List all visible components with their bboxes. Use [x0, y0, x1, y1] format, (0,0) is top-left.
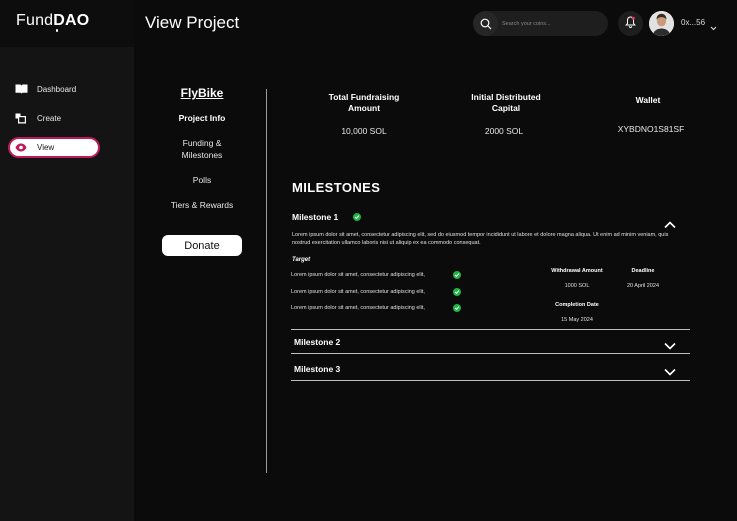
stat-value-initial-capital: 2000 SOL [484, 126, 524, 136]
search-input[interactable]: Search your coins... [502, 21, 551, 27]
sidebar-item-label: Dashboard [37, 84, 77, 94]
check-icon [453, 271, 461, 279]
sidebar-item-label: View [37, 143, 55, 152]
withdrawal-label: Withdrawal Amount [551, 268, 603, 274]
logo-dot [56, 29, 58, 32]
tab-polls[interactable]: Polls [150, 174, 254, 186]
deadline-label: Deadline [631, 268, 655, 274]
sidebar-item-create[interactable]: Create [8, 108, 100, 128]
list-item: Lorem ipsum dolor sit amet, consectetur … [291, 272, 425, 278]
book-icon [14, 82, 28, 96]
sidebar-item-dashboard[interactable]: Dashboard [8, 79, 100, 99]
deadline-value: 20 April 2024 [626, 283, 660, 289]
stat-label-total-fundraising: Total Fundraising Amount [328, 92, 400, 113]
chevron-down-icon[interactable] [710, 18, 717, 36]
page-title: View Project [145, 13, 240, 32]
stat-value-total-fundraising: 10,000 SOL [341, 126, 387, 136]
stat-value-wallet[interactable]: XYBDNO1S81SF [596, 124, 706, 134]
stat-label-initial-capital: Initial Distributed Capital [471, 92, 541, 113]
divider [291, 329, 690, 330]
check-icon [453, 288, 461, 296]
donate-button[interactable]: Donate [162, 235, 242, 256]
logo-area: FundDAO [0, 0, 134, 47]
milestone-1-description: Lorem ipsum dolor sit amet, consectetur … [292, 232, 669, 246]
sidebar: FundDAO Dashboard Create View [0, 0, 134, 521]
chevron-down-icon[interactable] [664, 363, 676, 381]
list-item: Lorem ipsum dolor sit amet, consectetur … [291, 289, 425, 295]
tab-funding-milestones[interactable]: Funding & Milestones [150, 137, 254, 161]
notification-button[interactable] [618, 11, 643, 36]
search-box[interactable]: Search your coins... [473, 11, 608, 36]
sidebar-item-label: Create [37, 113, 62, 123]
project-name: FlyBike [180, 86, 224, 100]
milestone-2-title[interactable]: Milestone 2 [294, 337, 340, 347]
withdrawal-value: 1000 SOL [564, 283, 590, 289]
target-label: Target [292, 257, 311, 263]
milestone-3-title[interactable]: Milestone 3 [294, 364, 340, 374]
bell-icon [625, 15, 636, 33]
stat-label-wallet: Wallet [635, 95, 661, 105]
create-icon [14, 111, 28, 125]
tab-project-info[interactable]: Project Info [150, 112, 254, 124]
divider [291, 380, 690, 381]
milestones-heading: MILESTONES [292, 180, 381, 195]
list-item: Lorem ipsum dolor sit amet, consectetur … [291, 305, 425, 311]
check-icon [453, 304, 461, 312]
vertical-divider [266, 89, 267, 473]
logo-suffix: DAO [53, 12, 90, 29]
sidebar-item-view[interactable]: View [8, 137, 100, 158]
eye-icon [14, 141, 28, 155]
divider [291, 353, 690, 354]
tab-tiers-rewards[interactable]: Tiers & Rewards [150, 199, 254, 211]
check-icon [353, 213, 361, 221]
search-icon[interactable] [473, 11, 498, 36]
logo[interactable]: FundDAO [16, 12, 89, 30]
account-address[interactable]: 0x...56 [681, 18, 705, 27]
completion-date-value: 15 May 2024 [561, 317, 593, 323]
completion-date-label: Completion Date [555, 302, 599, 308]
milestone-1-title[interactable]: Milestone 1 [292, 212, 338, 222]
avatar[interactable] [649, 11, 674, 36]
logo-prefix: Fund [16, 12, 54, 29]
